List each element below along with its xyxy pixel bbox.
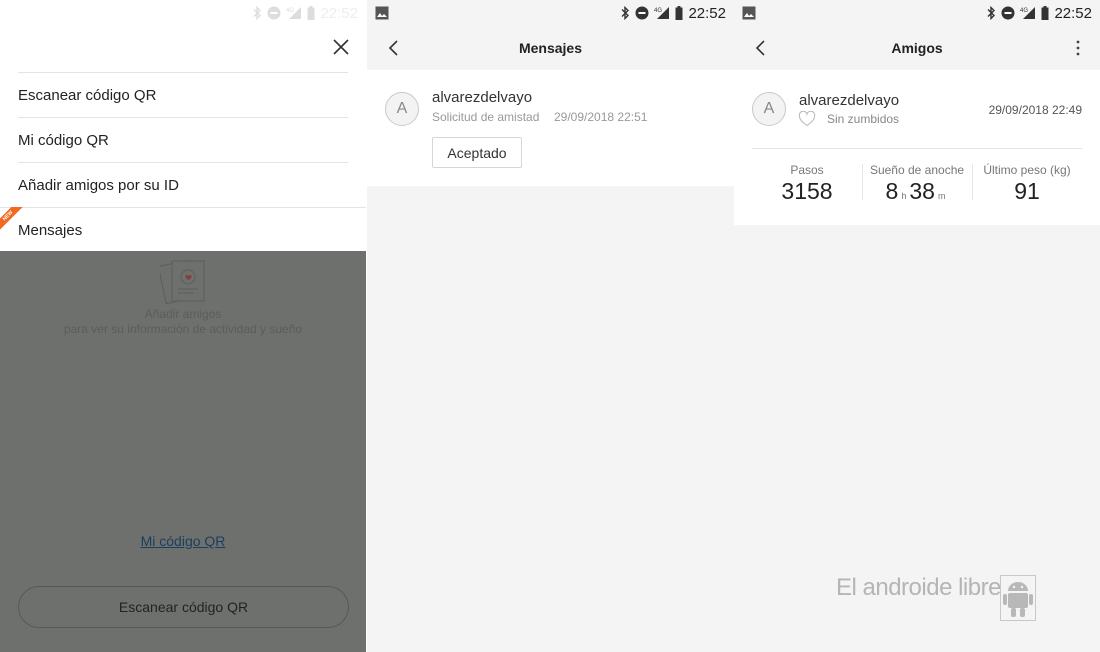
svg-text:4G: 4G bbox=[1020, 8, 1028, 14]
back-arrow-icon[interactable] bbox=[754, 39, 768, 57]
hours-unit: h bbox=[901, 191, 907, 201]
signal-icon: 4G bbox=[286, 6, 302, 20]
weight-stat: Último peso (kg) 91 bbox=[972, 149, 1082, 206]
sleep-hours: 8 bbox=[885, 178, 899, 204]
weight-value: 91 bbox=[1014, 178, 1040, 204]
page-title: Mensajes bbox=[518, 40, 583, 56]
image-notification-icon bbox=[375, 6, 389, 20]
image-notification-icon bbox=[742, 6, 756, 20]
menu-item-label: Mensajes bbox=[18, 221, 83, 239]
steps-value: 3158 bbox=[781, 178, 833, 204]
menu-item-my-qr[interactable]: Mi código QR bbox=[18, 117, 348, 162]
username: alvarezdelvayo bbox=[432, 89, 533, 106]
scan-qr-button[interactable]: Escanear código QR bbox=[18, 586, 349, 628]
signal-icon: 4G bbox=[1020, 6, 1036, 20]
menu-item-scan-qr[interactable]: Escanear código QR bbox=[18, 72, 348, 117]
app-bar: Mensajes bbox=[367, 26, 734, 70]
my-qr-link[interactable]: Mi código QR bbox=[0, 533, 366, 549]
avatar: A bbox=[385, 92, 419, 126]
friends-menu-panel: 4G 22:52 Escanear código QR Mi código QR… bbox=[0, 0, 366, 652]
new-badge: NEW bbox=[0, 207, 24, 231]
more-options-icon[interactable] bbox=[1074, 39, 1082, 57]
friend-card[interactable]: A alvarezdelvayo Sin zumbidos 29/09/2018… bbox=[734, 70, 1100, 225]
back-arrow-icon[interactable] bbox=[387, 39, 401, 57]
empty-hint-title: Añadir amigos bbox=[144, 307, 222, 321]
svg-text:4G: 4G bbox=[286, 8, 294, 14]
steps-stat: Pasos 3158 bbox=[752, 149, 862, 206]
battery-icon bbox=[675, 6, 683, 20]
menu-item-messages[interactable]: NEW Mensajes bbox=[0, 207, 366, 252]
page-title: Amigos bbox=[891, 40, 943, 56]
friend-stats: Pasos 3158 Sueño de anoche 8 h 38 m Último … bbox=[752, 148, 1082, 206]
friend-request-message: A alvarezdelvayo Solicitud de amistad 29… bbox=[367, 70, 734, 186]
messages-panel: 4G 22:52 Mensajes A alvarezdelvayo Solic… bbox=[367, 0, 734, 652]
empty-hint-text: para ver su información de actividad y s… bbox=[63, 322, 303, 336]
battery-icon bbox=[307, 6, 315, 20]
status-time: 22:52 bbox=[1054, 4, 1092, 22]
sleep-label: Sueño de anoche bbox=[869, 163, 965, 177]
steps-label: Pasos bbox=[790, 163, 824, 177]
avatar: A bbox=[752, 92, 786, 126]
sleep-stat: Sueño de anoche 8 h 38 m bbox=[862, 149, 972, 206]
android-robot-logo-icon bbox=[1000, 575, 1036, 621]
status-time: 22:52 bbox=[688, 4, 726, 22]
menu-item-add-by-id[interactable]: Añadir amigos por su ID bbox=[18, 162, 348, 207]
menu-header bbox=[0, 26, 366, 72]
sleep-minutes: 38 bbox=[909, 178, 935, 204]
app-bar: Amigos bbox=[734, 26, 1100, 70]
battery-icon bbox=[1041, 6, 1049, 20]
heart-icon[interactable] bbox=[798, 110, 816, 132]
friends-panel: 4G 22:52 Amigos A alvarezdelvayo Sin zum… bbox=[734, 0, 1100, 652]
do-not-disturb-icon bbox=[267, 6, 281, 20]
status-bar: 4G 22:52 bbox=[734, 0, 1100, 26]
svg-text:4G: 4G bbox=[654, 8, 662, 14]
bluetooth-icon bbox=[620, 6, 630, 20]
close-icon[interactable] bbox=[332, 38, 350, 56]
accepted-button[interactable]: Aceptado bbox=[432, 137, 522, 168]
message-type: Solicitud de amistad bbox=[432, 110, 540, 124]
minutes-unit: m bbox=[937, 191, 946, 201]
signal-icon: 4G bbox=[654, 6, 670, 20]
bluetooth-icon bbox=[252, 6, 262, 20]
last-sync-timestamp: 29/09/2018 22:49 bbox=[988, 103, 1082, 117]
dimmed-overlay[interactable]: Añadir amigos para ver su información de… bbox=[0, 251, 366, 652]
sleep-value: 8 h 38 m bbox=[862, 178, 972, 205]
do-not-disturb-icon bbox=[1001, 6, 1015, 20]
status-bar: 4G 22:52 bbox=[0, 0, 366, 26]
message-timestamp: 29/09/2018 22:51 bbox=[554, 110, 648, 124]
watermark-text: El androide libre bbox=[836, 574, 1001, 601]
do-not-disturb-icon bbox=[635, 6, 649, 20]
status-bar: 4G 22:52 bbox=[367, 0, 734, 26]
username: alvarezdelvayo bbox=[799, 92, 900, 109]
bluetooth-icon bbox=[986, 6, 996, 20]
add-friends-illustration-icon bbox=[157, 255, 208, 310]
vibration-status: Sin zumbidos bbox=[827, 112, 900, 126]
weight-label: Último peso (kg) bbox=[983, 163, 1071, 177]
status-time: 22:52 bbox=[320, 4, 358, 22]
